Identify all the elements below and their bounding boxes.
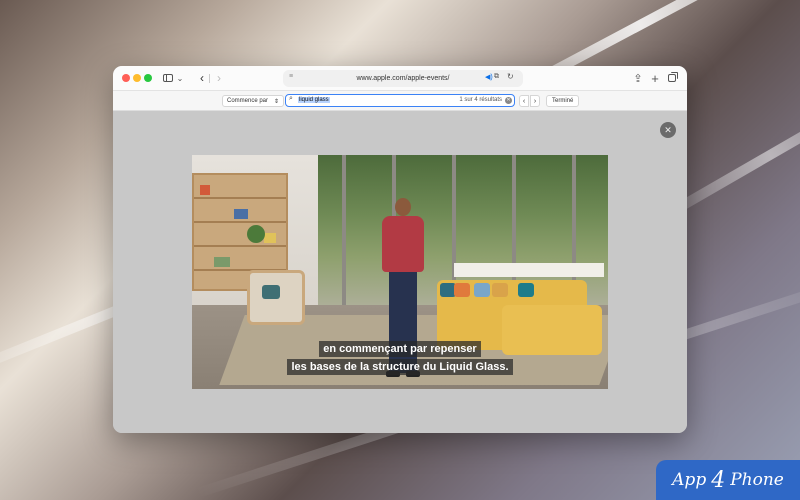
logo-text-app: App — [672, 470, 707, 490]
fullscreen-window-button[interactable] — [144, 74, 152, 82]
find-query: liquid glass — [298, 96, 330, 103]
minimize-window-button[interactable] — [133, 74, 141, 82]
find-previous-button[interactable]: ‹ — [519, 95, 529, 107]
find-mode-select[interactable]: Commence par ⇕ — [222, 95, 285, 107]
find-input[interactable]: ⌕ liquid glass 1 sur 4 résultats ✕ — [285, 94, 515, 107]
page-menu-icon[interactable]: ≡ — [289, 73, 293, 80]
clear-icon[interactable]: ✕ — [505, 97, 512, 104]
page-content: ✕ en commençant par repenser les bases d… — [113, 111, 687, 433]
sidebar-icon[interactable] — [162, 70, 174, 86]
reload-icon[interactable]: ↻ — [507, 72, 514, 81]
share-icon[interactable]: ⇪ — [633, 70, 643, 86]
find-done-label: Terminé — [552, 98, 574, 104]
find-next-button[interactable]: › — [530, 95, 540, 107]
app4phone-logo: App 4 Phone — [656, 460, 800, 500]
search-icon: ⌕ — [289, 95, 293, 102]
find-mode-label: Commence par — [227, 98, 269, 104]
safari-window: ⌄ ‹ › www.apple.com/apple-events/ ≡ ◀) ⧉… — [113, 66, 687, 433]
speaker-icon[interactable]: ◀) — [485, 73, 493, 81]
forward-button[interactable]: › — [214, 70, 224, 86]
tab-overview-icon[interactable] — [667, 70, 678, 86]
address-text: www.apple.com/apple-events/ — [356, 75, 450, 82]
chevron-down-icon[interactable]: ⌄ — [176, 70, 184, 86]
chevron-updown-icon: ⇕ — [274, 98, 280, 105]
subtitle-line-2: les bases de la structure du Liquid Glas… — [287, 359, 513, 375]
translate-icon[interactable]: ⧉ — [494, 73, 499, 81]
new-tab-icon[interactable]: + — [650, 70, 660, 86]
logo-text-phone: Phone — [730, 470, 784, 490]
video-subtitles: en commençant par repenser les bases de … — [192, 339, 608, 375]
logo-text-num: 4 — [711, 467, 726, 493]
close-video-button[interactable]: ✕ — [660, 122, 676, 138]
browser-toolbar: ⌄ ‹ › www.apple.com/apple-events/ ≡ ◀) ⧉… — [113, 66, 687, 91]
find-done-button[interactable]: Terminé — [546, 95, 580, 107]
back-button[interactable]: ‹ — [197, 70, 207, 86]
find-result-count: 1 sur 4 résultats — [459, 97, 502, 103]
find-bar: Commence par ⇕ ⌕ liquid glass 1 sur 4 ré… — [113, 91, 687, 111]
video-player[interactable]: en commençant par repenser les bases de … — [192, 155, 608, 389]
close-window-button[interactable] — [122, 74, 130, 82]
subtitle-line-1: en commençant par repenser — [319, 341, 481, 357]
